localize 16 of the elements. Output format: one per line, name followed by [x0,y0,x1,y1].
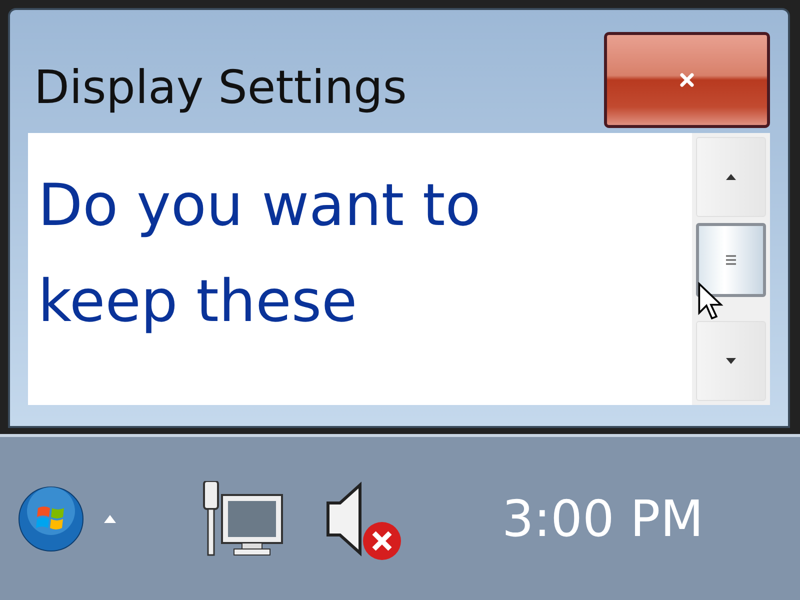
start-button[interactable] [18,486,84,552]
network-icon[interactable] [200,480,284,556]
grip-icon [725,254,737,266]
close-button[interactable] [604,32,770,128]
up-arrow-icon [104,514,116,522]
close-icon [679,72,695,88]
mouse-cursor-icon [696,282,726,322]
down-arrow-icon [726,358,736,364]
clock-text[interactable]: 3:00 PM [502,490,704,548]
message-text: Do you want to keep these [38,170,482,337]
up-arrow-icon [726,174,736,180]
scrollbar[interactable] [692,133,770,405]
scroll-thumb[interactable] [696,223,766,297]
window-title: Display Settings [34,60,407,114]
speaker-icon[interactable] [324,480,362,556]
show-hidden-icons-button[interactable] [104,514,116,522]
